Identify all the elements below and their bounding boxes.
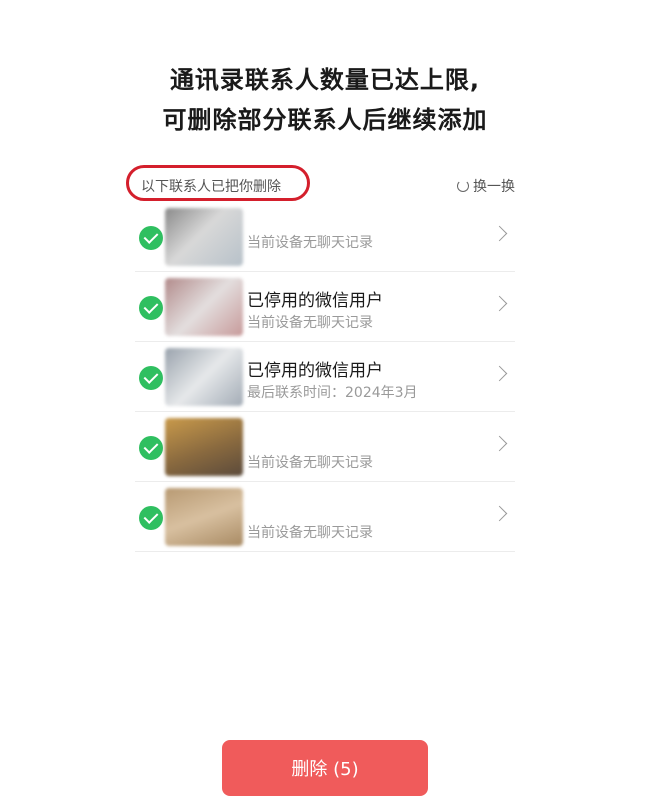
- page-title-line-2: 可删除部分联系人后继续添加: [162, 106, 488, 134]
- refresh-icon: [457, 180, 469, 192]
- list-header: 以下联系人已把你删除 换一换: [126, 165, 515, 201]
- check-circle-icon[interactable]: [139, 226, 163, 250]
- refresh-button[interactable]: 换一换: [457, 176, 515, 196]
- contact-subtitle: 最后联系时间：2024年3月: [247, 385, 418, 401]
- contact-subtitle: 当前设备无聊天记录: [247, 525, 373, 541]
- contact-name: 已停用的微信用户: [247, 291, 383, 311]
- avatar: [165, 278, 243, 336]
- delete-button[interactable]: 删除 (5): [222, 740, 428, 796]
- contact-row[interactable]: 当前设备无聊天记录: [135, 482, 515, 552]
- contact-name: 已停用的微信用户: [247, 361, 383, 381]
- chevron-right-icon: [491, 505, 508, 522]
- chevron-right-icon: [491, 365, 508, 382]
- check-circle-icon[interactable]: [139, 296, 163, 320]
- refresh-label: 换一换: [473, 179, 515, 195]
- avatar: [165, 488, 243, 546]
- avatar: [165, 348, 243, 406]
- avatar: [165, 208, 243, 266]
- contact-row[interactable]: 当前设备无聊天记录: [135, 202, 515, 272]
- contact-row[interactable]: 已停用的微信用户 当前设备无聊天记录: [135, 272, 515, 342]
- contact-row[interactable]: 当前设备无聊天记录: [135, 412, 515, 482]
- contact-subtitle: 当前设备无聊天记录: [247, 455, 373, 471]
- chevron-right-icon: [491, 435, 508, 452]
- contact-subtitle: 当前设备无聊天记录: [247, 235, 373, 251]
- contact-row[interactable]: 已停用的微信用户 最后联系时间：2024年3月: [135, 342, 515, 412]
- avatar: [165, 418, 243, 476]
- list-header-label: 以下联系人已把你删除: [141, 179, 281, 195]
- chevron-right-icon: [491, 295, 508, 312]
- check-circle-icon[interactable]: [139, 436, 163, 460]
- contact-subtitle: 当前设备无聊天记录: [247, 315, 373, 331]
- page-title-line-1: 通讯录联系人数量已达上限,: [169, 66, 481, 94]
- chevron-right-icon: [491, 225, 508, 242]
- check-circle-icon[interactable]: [139, 366, 163, 390]
- check-circle-icon[interactable]: [139, 506, 163, 530]
